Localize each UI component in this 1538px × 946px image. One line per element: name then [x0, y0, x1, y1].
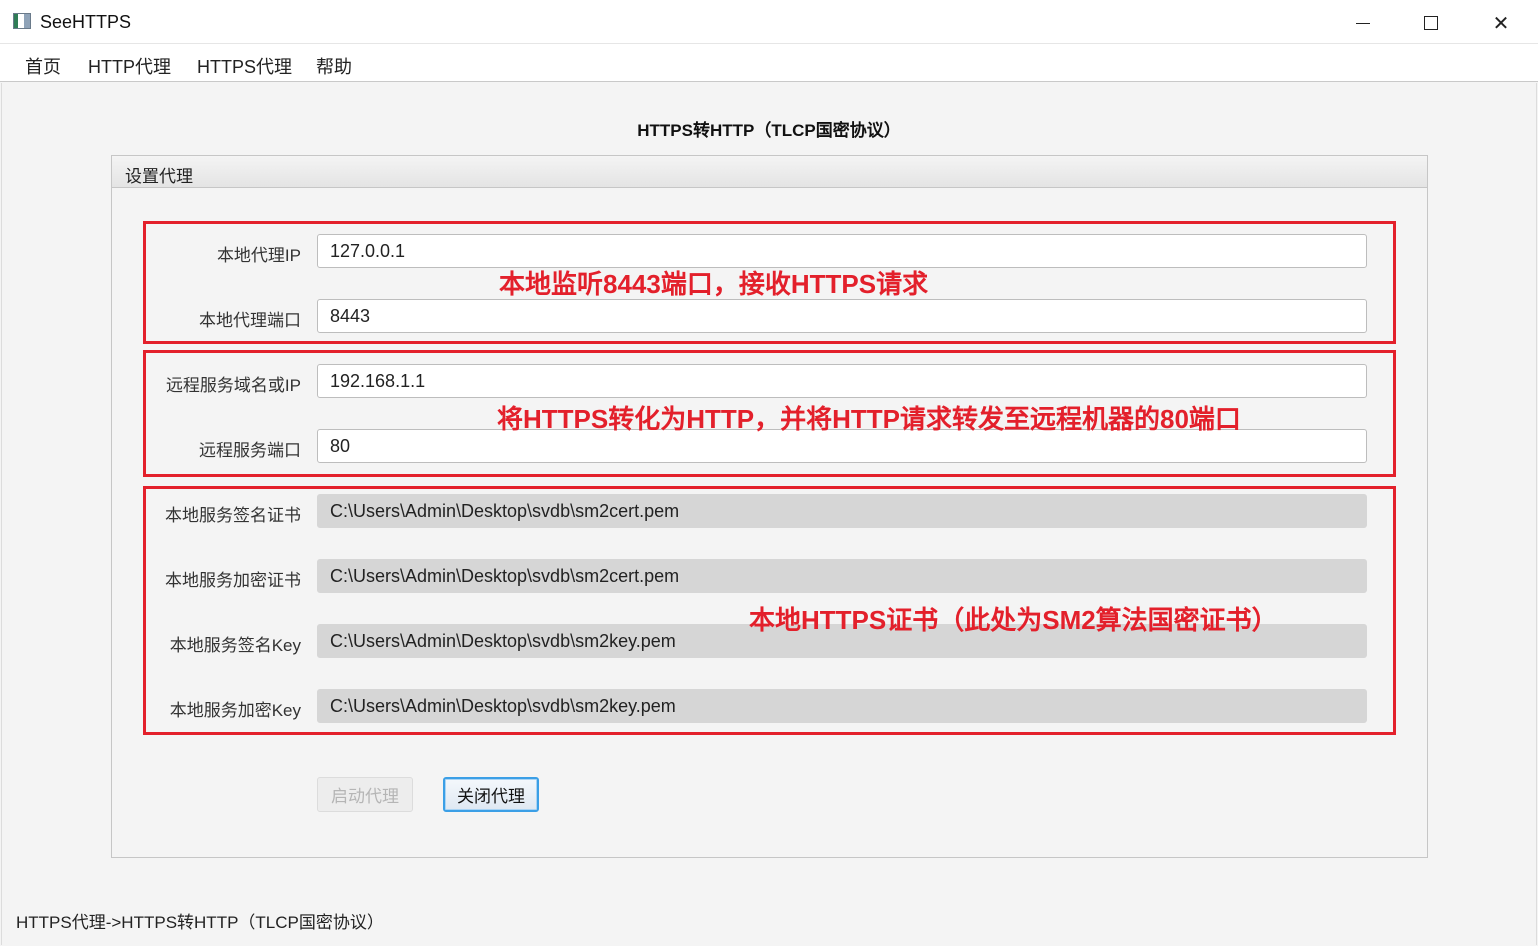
minimize-button[interactable]	[1340, 8, 1386, 38]
menu-http-proxy[interactable]: HTTP代理	[88, 53, 171, 79]
close-icon: ✕	[1492, 12, 1510, 35]
page-title: HTTPS转HTTP（TLCP国密协议）	[637, 121, 901, 140]
panel-header: 设置代理	[112, 156, 1427, 188]
app-icon	[13, 13, 31, 29]
menu-home[interactable]: 首页	[25, 53, 61, 79]
menu-https-proxy[interactable]: HTTPS代理	[197, 53, 292, 79]
start-proxy-button[interactable]: 启动代理	[317, 777, 413, 812]
menu-bar: 首页 HTTP代理 HTTPS代理 帮助	[0, 44, 1538, 82]
menu-help[interactable]: 帮助	[316, 53, 352, 79]
annotation-remote-text: 将HTTPS转化为HTTP，并将HTTP请求转发至远程机器的80端口	[497, 404, 1241, 434]
title-bar: SeeHTTPS ✕	[0, 0, 1538, 44]
maximize-icon	[1424, 16, 1438, 30]
status-text: HTTPS代理->HTTPS转HTTP（TLCP国密协议）	[16, 913, 384, 932]
close-button[interactable]: ✕	[1478, 8, 1524, 38]
window-title: SeeHTTPS	[40, 12, 132, 32]
annotation-cert-text: 本地HTTPS证书（此处为SM2算法国密证书）	[749, 605, 1278, 635]
panel-title: 设置代理	[125, 167, 193, 186]
maximize-button[interactable]	[1408, 8, 1454, 38]
minimize-icon	[1356, 22, 1370, 24]
stop-proxy-button[interactable]: 关闭代理	[443, 777, 539, 812]
annotation-local-text: 本地监听8443端口，接收HTTPS请求	[499, 269, 929, 299]
